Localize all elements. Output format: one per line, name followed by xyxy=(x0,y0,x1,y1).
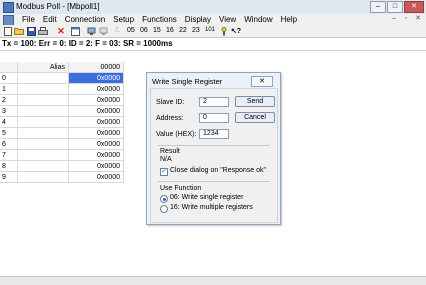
row-index: 5 xyxy=(0,128,18,139)
value-hex-field[interactable]: 1234 xyxy=(199,129,229,139)
dialog-close-button[interactable]: ✕ xyxy=(251,76,273,87)
function-separator xyxy=(158,181,270,182)
row-index: 8 xyxy=(0,161,18,172)
toolbar: ✕ ⎍ 05 06 15 16 22 23 101 ↖? xyxy=(0,25,426,38)
slave-id-field[interactable]: 2 xyxy=(199,97,229,107)
fc-06-button[interactable]: 06 xyxy=(140,27,148,34)
register-value-cell[interactable]: 0x0000 xyxy=(69,84,124,95)
register-value-cell[interactable]: 0x0000 xyxy=(69,139,124,150)
alias-cell[interactable] xyxy=(18,128,69,139)
row-index: 7 xyxy=(0,150,18,161)
value-hex-label: Value (HEX): xyxy=(156,131,197,138)
fc-22-button[interactable]: 22 xyxy=(179,27,187,34)
result-heading: Result xyxy=(160,148,180,155)
row-index: 1 xyxy=(0,84,18,95)
alias-column-header[interactable]: Alias xyxy=(18,62,69,73)
close-on-ok-checkbox[interactable]: ✓ xyxy=(160,168,168,176)
row-index: 9 xyxy=(0,172,18,183)
alias-cell[interactable] xyxy=(18,73,69,84)
register-value-cell[interactable]: 0x0000 xyxy=(69,172,124,183)
new-file-icon[interactable] xyxy=(3,26,13,36)
menu-window[interactable]: Window xyxy=(240,15,276,24)
address-field[interactable]: 0 xyxy=(199,113,229,123)
alias-cell[interactable] xyxy=(18,161,69,172)
alias-cell[interactable] xyxy=(18,84,69,95)
row-index: 3 xyxy=(0,106,18,117)
slave-id-label: Slave ID: xyxy=(156,99,185,106)
window-icon[interactable] xyxy=(70,26,80,36)
dialog-body: Slave ID: 2 Send Address: 0 Cancel Value… xyxy=(150,88,278,223)
window-controls: ‒ □ ✕ xyxy=(370,1,424,13)
alias-cell[interactable] xyxy=(18,117,69,128)
fc-05-button[interactable]: 05 xyxy=(127,27,135,34)
open-folder-icon[interactable] xyxy=(14,26,24,36)
register-value-cell[interactable]: 0x0000 xyxy=(69,150,124,161)
register-value-cell[interactable]: 0x0000 xyxy=(69,106,124,117)
register-value-cell[interactable]: 0x0000 xyxy=(69,117,124,128)
dialog-title: Write Single Register xyxy=(152,77,223,86)
close-button[interactable]: ✕ xyxy=(404,1,424,13)
menu-help[interactable]: Help xyxy=(277,15,301,24)
row-index: 0 xyxy=(0,73,18,84)
write-single-label[interactable]: 06: Write single register xyxy=(170,194,243,201)
window-title: Modbus Poll - [Mbpoll1] xyxy=(16,2,100,11)
delete-icon[interactable]: ✕ xyxy=(56,26,66,36)
title-bar: Modbus Poll - [Mbpoll1] ‒ □ ✕ xyxy=(0,0,426,15)
register-value-cell[interactable]: 0x0000 xyxy=(69,73,124,84)
save-icon[interactable] xyxy=(26,26,36,36)
alias-cell[interactable] xyxy=(18,172,69,183)
row-index: 6 xyxy=(0,139,18,150)
connect-icon[interactable] xyxy=(86,26,96,36)
mdi-restore-button[interactable]: ▫ xyxy=(401,14,411,23)
write-multiple-label[interactable]: 16: Write multiple registers xyxy=(170,204,253,211)
info-icon[interactable] xyxy=(219,26,229,36)
menu-setup[interactable]: Setup xyxy=(109,15,138,24)
single-scan-icon[interactable]: ⎍ xyxy=(112,26,122,36)
alias-cell[interactable] xyxy=(18,139,69,150)
write-single-register-dialog: Write Single Register ✕ Slave ID: 2 Send… xyxy=(146,72,281,225)
address-label: Address: xyxy=(156,115,184,122)
result-separator xyxy=(158,145,270,146)
fc-101-button[interactable]: 101 xyxy=(205,27,215,33)
row-index: 2 xyxy=(0,95,18,106)
fc-15-button[interactable]: 15 xyxy=(153,27,161,34)
alias-cell[interactable] xyxy=(18,95,69,106)
status-line: Tx = 100: Err = 0: ID = 2: F = 03: SR = … xyxy=(0,38,426,49)
cancel-button[interactable]: Cancel xyxy=(235,112,275,123)
disconnect-icon[interactable] xyxy=(98,26,108,36)
write-multiple-radio[interactable] xyxy=(160,205,168,213)
row-index: 4 xyxy=(0,117,18,128)
result-value: N/A xyxy=(160,156,172,163)
maximize-button[interactable]: □ xyxy=(387,1,403,13)
menu-connection[interactable]: Connection xyxy=(61,15,109,24)
use-function-heading: Use Function xyxy=(160,185,202,192)
register-value-cell[interactable]: 0x0000 xyxy=(69,95,124,106)
menu-view[interactable]: View xyxy=(215,15,240,24)
menu-bar: File Edit Connection Setup Functions Dis… xyxy=(0,14,426,26)
value-column-header[interactable]: 00000 xyxy=(69,62,124,73)
send-button[interactable]: Send xyxy=(235,96,275,107)
register-value-cell[interactable]: 0x0000 xyxy=(69,161,124,172)
print-icon[interactable] xyxy=(38,26,48,36)
minimize-button[interactable]: ‒ xyxy=(370,1,386,13)
app-icon xyxy=(3,2,14,13)
menu-file[interactable]: File xyxy=(18,15,39,24)
mdi-minimize-button[interactable]: – xyxy=(389,14,399,23)
alias-cell[interactable] xyxy=(18,150,69,161)
close-on-ok-label[interactable]: Close dialog on "Response ok" xyxy=(170,167,266,174)
fc-16-button[interactable]: 16 xyxy=(166,27,174,34)
help-pointer-icon[interactable]: ↖? xyxy=(231,26,241,36)
write-single-radio[interactable] xyxy=(160,195,168,203)
menu-display[interactable]: Display xyxy=(181,15,215,24)
menu-edit[interactable]: Edit xyxy=(39,15,61,24)
alias-cell[interactable] xyxy=(18,106,69,117)
mdi-close-button[interactable]: ✕ xyxy=(413,14,423,23)
fc-23-button[interactable]: 23 xyxy=(192,27,200,34)
menu-functions[interactable]: Functions xyxy=(138,15,181,24)
grid-corner-header xyxy=(0,62,18,73)
register-value-cell[interactable]: 0x0000 xyxy=(69,128,124,139)
